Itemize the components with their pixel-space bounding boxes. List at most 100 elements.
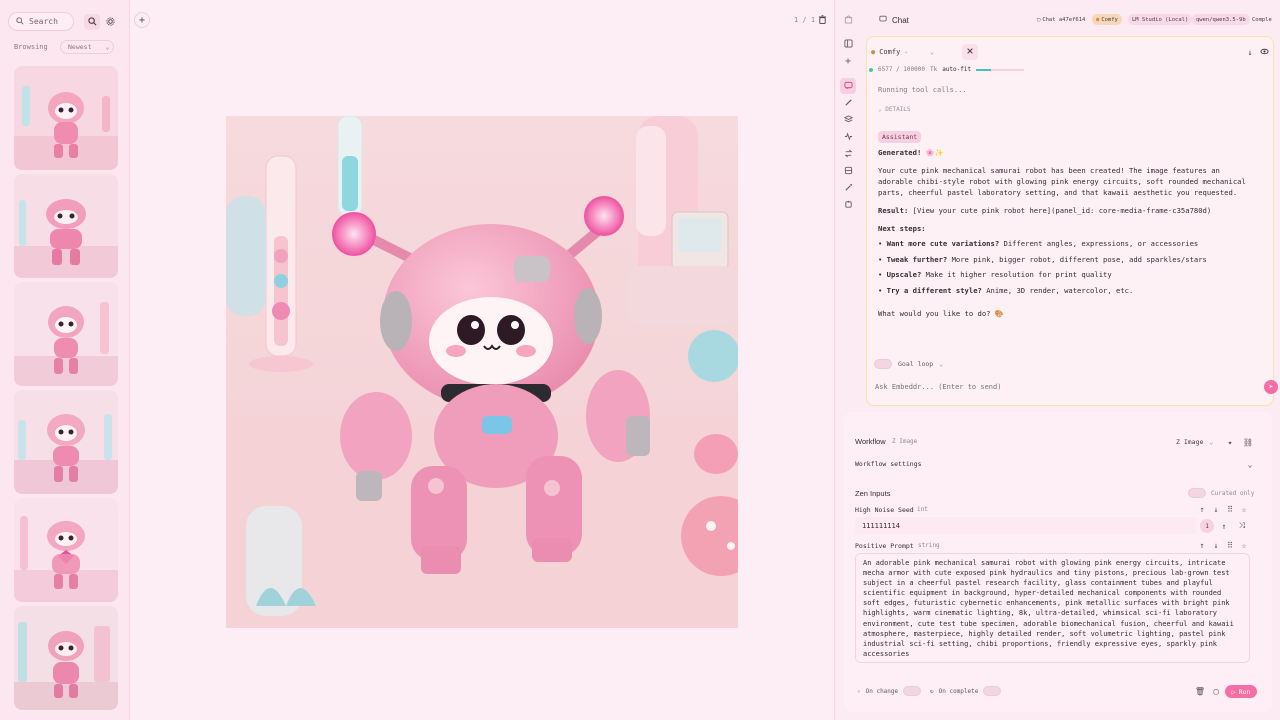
panel-button[interactable] bbox=[840, 36, 856, 52]
settings-button[interactable] bbox=[102, 14, 118, 30]
delete-button[interactable] bbox=[814, 12, 830, 28]
workflow-type-select[interactable]: Z Image ⌄ bbox=[1172, 435, 1216, 448]
chat-tab-button[interactable] bbox=[840, 78, 856, 94]
sort-select[interactable]: Newest ⌄ bbox=[60, 40, 114, 54]
provider-chip[interactable]: ● Comfy bbox=[1092, 14, 1122, 25]
chat-input[interactable] bbox=[868, 377, 1260, 397]
home-icon bbox=[844, 14, 853, 26]
puzzle-icon bbox=[844, 200, 853, 211]
gallery-thumbnail[interactable] bbox=[14, 282, 118, 386]
step-label: Upscale? bbox=[886, 270, 922, 280]
brush-button[interactable] bbox=[840, 95, 856, 111]
tools-button[interactable] bbox=[962, 44, 978, 60]
on-change-toggle[interactable] bbox=[903, 686, 922, 696]
pulse-icon bbox=[844, 131, 853, 143]
model-select-value: Comfy bbox=[879, 48, 901, 56]
visibility-button[interactable] bbox=[1256, 44, 1272, 60]
chat-id-chip[interactable]: ▢ Chat a47ef614 bbox=[1033, 14, 1090, 25]
star-icon: ☆ bbox=[1241, 540, 1247, 550]
run-button[interactable]: ▷ Run bbox=[1225, 685, 1257, 698]
trash-icon bbox=[818, 14, 827, 26]
robot-thumbnail-image bbox=[14, 66, 118, 170]
move-down-button[interactable]: ↓ bbox=[1210, 539, 1222, 551]
sort-value: Newest bbox=[68, 43, 92, 51]
add-button[interactable]: + bbox=[134, 12, 150, 28]
positive-prompt-textarea[interactable]: An adorable pink mechanical samurai robo… bbox=[855, 553, 1250, 663]
send-icon: ➤ bbox=[1268, 383, 1274, 391]
goal-loop-row: Goal loop ⌄ bbox=[874, 359, 943, 369]
list-item: • Tweak further? More pink, bigger robot… bbox=[878, 254, 1207, 264]
robot-thumbnail-image bbox=[14, 282, 118, 386]
search-input[interactable]: Search bbox=[8, 12, 74, 31]
on-complete-toggle[interactable] bbox=[983, 686, 1002, 696]
context-progress-fill bbox=[976, 68, 991, 71]
shuffle-icon: ⤨ bbox=[1238, 521, 1246, 530]
storage-button[interactable] bbox=[840, 163, 856, 179]
trash-icon: 🗑 bbox=[1194, 686, 1206, 696]
move-up-button[interactable]: ↑ bbox=[1196, 539, 1208, 551]
workflow-link-button[interactable]: ⛓ bbox=[1242, 436, 1254, 448]
curated-only-toggle[interactable] bbox=[1188, 488, 1206, 498]
swap-button[interactable] bbox=[840, 146, 856, 162]
result-link[interactable]: [View your cute pink robot here](panel_i… bbox=[913, 206, 1212, 215]
comfy-icon: ● bbox=[1096, 16, 1100, 23]
drag-handle[interactable]: ⠿ bbox=[1224, 539, 1236, 551]
activity-button[interactable] bbox=[840, 129, 856, 145]
increment-button[interactable]: ↑ bbox=[1218, 520, 1230, 532]
stop-button[interactable]: ▢ bbox=[1210, 685, 1222, 697]
plugin-button[interactable] bbox=[840, 197, 856, 213]
next-steps-list: • Want more cute variations? Different a… bbox=[878, 238, 1258, 296]
gallery-thumbnail[interactable] bbox=[14, 498, 118, 602]
gallery-thumbnail[interactable] bbox=[14, 66, 118, 170]
favorite-button[interactable]: ☆ bbox=[1238, 539, 1250, 551]
context-unit: Tk bbox=[929, 66, 938, 73]
gallery-thumbnail[interactable] bbox=[14, 174, 118, 278]
robot-thumbnail-image bbox=[14, 390, 118, 494]
browsing-label: Browsing bbox=[14, 43, 48, 51]
favorite-button[interactable]: ☆ bbox=[1238, 503, 1250, 515]
chat-panel-toggle[interactable] bbox=[840, 12, 856, 28]
randomize-button[interactable]: ⤨ bbox=[1236, 520, 1248, 532]
square-icon: ▢ bbox=[1213, 686, 1219, 696]
arrow-down-icon: ↓ bbox=[1213, 504, 1219, 514]
clear-button[interactable]: 🗑 bbox=[1194, 685, 1206, 697]
workflow-settings-toggle[interactable]: ⌄ bbox=[1244, 458, 1256, 470]
wand-icon bbox=[844, 183, 853, 194]
plus-icon: + bbox=[844, 55, 852, 67]
magic-button[interactable] bbox=[840, 180, 856, 196]
move-up-button[interactable]: ↑ bbox=[1196, 503, 1208, 515]
seed-step[interactable]: 1 bbox=[1200, 519, 1214, 533]
model-chip[interactable]: qwen/qwen3.5-9b bbox=[1192, 14, 1250, 25]
sparkle-icon: ✦ bbox=[1227, 437, 1233, 447]
play-icon: ▷ bbox=[1231, 687, 1236, 696]
workflow-action-button[interactable]: ✦ bbox=[1224, 436, 1236, 448]
new-item-button[interactable]: + bbox=[840, 53, 856, 69]
goal-loop-toggle[interactable] bbox=[874, 359, 892, 369]
workflow-settings-label[interactable]: Workflow settings bbox=[855, 460, 922, 468]
gear-icon bbox=[105, 16, 115, 28]
arrow-down-icon: ↓ bbox=[1247, 47, 1253, 57]
gallery-sidebar: Search Browsing Newest ⌄ bbox=[0, 0, 128, 720]
move-down-button[interactable]: ↓ bbox=[1210, 503, 1222, 515]
gallery-thumbnail[interactable] bbox=[14, 390, 118, 494]
drag-handle[interactable]: ⠿ bbox=[1224, 503, 1236, 515]
generated-robot-image[interactable] bbox=[226, 116, 738, 628]
run-label: Run bbox=[1238, 687, 1251, 696]
send-button[interactable]: ➤ bbox=[1264, 380, 1278, 394]
robot-thumbnail-image bbox=[14, 606, 118, 710]
details-toggle[interactable]: ⌄ DETAILS bbox=[878, 106, 911, 113]
search-icon bbox=[87, 16, 97, 28]
chip-label: LM Studio (Local) bbox=[1132, 16, 1189, 23]
seed-input[interactable] bbox=[855, 517, 1197, 534]
layers-button[interactable] bbox=[840, 112, 856, 128]
complete-chip[interactable]: Comple bbox=[1248, 14, 1276, 25]
search-button[interactable] bbox=[84, 14, 100, 30]
model-select[interactable]: ● Comfy ✦ ⌄ bbox=[871, 45, 955, 59]
link-icon: ⛓ bbox=[1242, 437, 1254, 447]
arrow-down-icon: ↓ bbox=[1213, 540, 1219, 550]
prompt-type: string bbox=[918, 542, 940, 549]
gallery-thumbnail[interactable] bbox=[14, 606, 118, 710]
chevron-down-icon: ⌄ bbox=[1247, 459, 1253, 469]
layers-icon bbox=[843, 114, 853, 126]
backend-chip[interactable]: LM Studio (Local) bbox=[1128, 14, 1193, 25]
